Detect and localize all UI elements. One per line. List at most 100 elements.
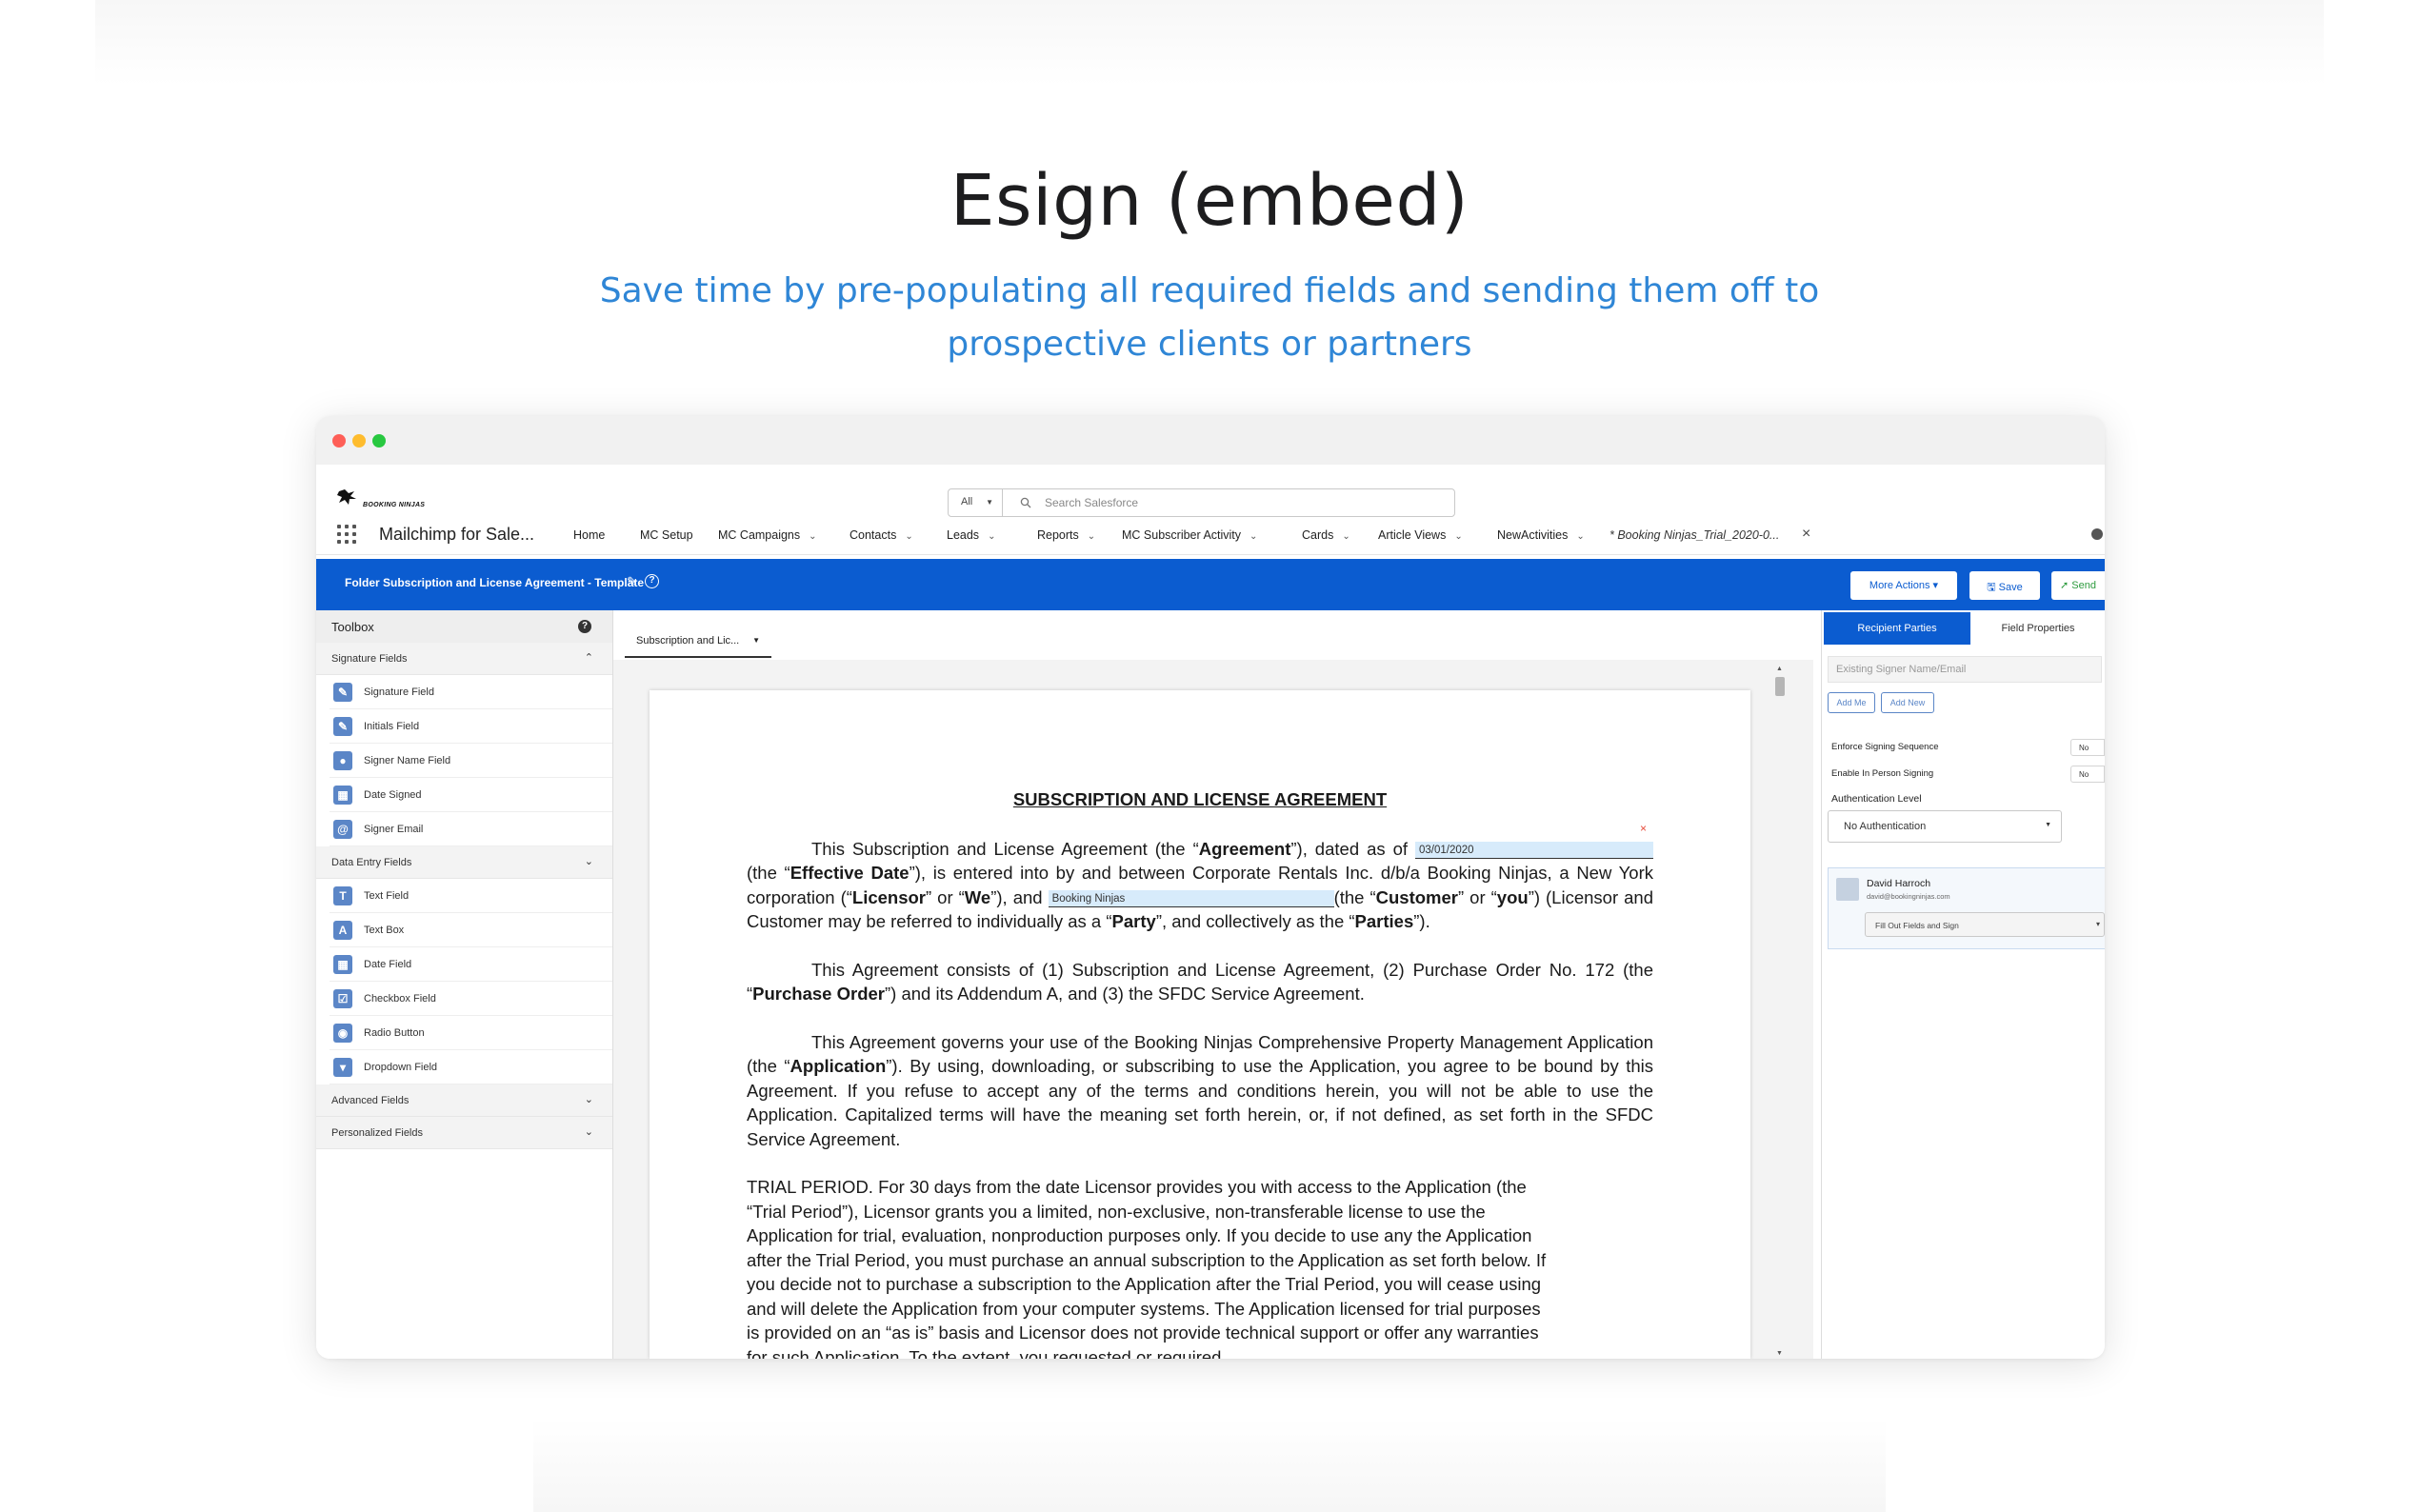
settings-icon[interactable] (2091, 528, 2103, 540)
signer-search-input[interactable]: Existing Signer Name/Email (1828, 656, 2102, 683)
ninja-logo-icon (337, 489, 356, 505)
document-tab-label: Subscription and Lic... (636, 635, 740, 647)
toolbox-item-checkbox-field[interactable]: ☑ Checkbox Field (330, 982, 612, 1016)
nav-item-reports[interactable]: Reports ⌄ (1037, 528, 1095, 542)
chevron-down-icon[interactable]: ⌄ (1454, 531, 1462, 542)
help-icon[interactable]: ? (578, 620, 591, 633)
minimize-window-button[interactable] (352, 434, 366, 448)
toolbox-item-label: Signer Name Field (364, 755, 451, 766)
checkbox-icon: ☑ (333, 989, 352, 1008)
search-scope-select[interactable]: All ▼ (948, 488, 1003, 517)
hero-subtitle: Save time by pre-populating all required… (599, 271, 1820, 364)
chevron-down-icon[interactable]: ⌄ (988, 531, 995, 542)
tab-field-properties[interactable]: Field Properties (1970, 612, 2105, 645)
template-header-bar: Folder Subscription and License Agreemen… (316, 559, 2105, 610)
nav-item-cards[interactable]: Cards ⌄ (1302, 528, 1350, 542)
recipient-action-select[interactable]: Fill Out Fields and Sign ▾ (1865, 912, 2105, 937)
nav-item-article-views[interactable]: Article Views ⌄ (1378, 528, 1463, 542)
properties-panel: Recipient Parties Field Properties Exist… (1821, 610, 2105, 1359)
global-header: BOOKING NINJAS All ▼ Search Salesforce (316, 465, 2105, 517)
edit-pencil-icon[interactable]: ✎ (627, 574, 637, 589)
chevron-down-icon[interactable]: ⌄ (585, 855, 593, 867)
close-window-button[interactable] (332, 434, 346, 448)
toolbox-section-signature-fields[interactable]: Signature Fields ⌃ (316, 643, 612, 675)
signature-icon: ✎ (333, 683, 352, 702)
scrollbar-thumb[interactable] (1775, 677, 1785, 696)
document-editor: Subscription and Lic... ▼ × SUBSCRIPTION… (613, 610, 1813, 1359)
nav-item-label: NewActivities (1497, 528, 1569, 542)
add-me-button[interactable]: Add Me (1828, 692, 1875, 713)
help-icon[interactable]: ? (645, 574, 659, 588)
scroll-up-icon[interactable]: ▲ (1776, 666, 1783, 672)
chevron-down-icon: ▼ (752, 636, 760, 645)
send-button[interactable]: ➚ Send (2051, 571, 2105, 600)
customer-text-field[interactable]: Booking Ninjas (1048, 889, 1334, 907)
document-title: SUBSCRIPTION AND LICENSE AGREEMENT (1012, 789, 1388, 809)
toolbox-item-signer-name-field[interactable]: ● Signer Name Field (330, 744, 612, 778)
toolbox-section-advanced-fields[interactable]: Advanced Fields ⌄ (316, 1084, 612, 1117)
logo-text: BOOKING NINJAS (363, 502, 426, 508)
recipient-card[interactable]: David Harroch david@bookingninjas.com Fi… (1828, 867, 2105, 949)
more-actions-button[interactable]: More Actions ▾ (1850, 571, 1957, 600)
toolbox-item-date-field[interactable]: ▦ Date Field (330, 947, 612, 982)
open-record-tab[interactable]: * Booking Ninjas_Trial_2020-0... (1609, 528, 1779, 542)
close-tab-icon[interactable]: × (1802, 526, 1810, 543)
nav-item-label: Reports (1037, 528, 1079, 542)
document-scrollbar[interactable]: ▲ ▼ (1773, 666, 1787, 1359)
chevron-down-icon[interactable]: ⌄ (585, 1093, 593, 1105)
toolbox-section-personalized-fields[interactable]: Personalized Fields ⌄ (316, 1117, 612, 1149)
toolbox-item-label: Initials Field (364, 721, 420, 732)
properties-tabs: Recipient Parties Field Properties (1822, 610, 2105, 645)
user-icon: ● (333, 751, 352, 770)
toolbox-item-label: Date Field (364, 959, 412, 970)
text-field-icon: T (333, 886, 352, 905)
chevron-down-icon[interactable]: ⌄ (1088, 531, 1095, 542)
nav-item-home[interactable]: Home (573, 528, 605, 542)
nav-item-mc-subscriber-activity[interactable]: MC Subscriber Activity ⌄ (1122, 528, 1257, 542)
add-new-button[interactable]: Add New (1881, 692, 1934, 713)
toolbox-item-text-box[interactable]: A Text Box (330, 913, 612, 947)
app-name: Mailchimp for Sale... (379, 525, 535, 544)
save-button[interactable]: 🖫 Save (1969, 571, 2040, 600)
toolbox-item-initials-field[interactable]: ✎ Initials Field (330, 709, 612, 744)
tab-recipient-parties[interactable]: Recipient Parties (1824, 612, 1970, 645)
search-scope-value: All (961, 496, 973, 507)
document-page: × SUBSCRIPTION AND LICENSE AGREEMENT Thi… (650, 690, 1750, 1359)
nav-item-leads[interactable]: Leads ⌄ (947, 528, 995, 542)
toolbox-section-label: Advanced Fields (331, 1095, 410, 1106)
maximize-window-button[interactable] (372, 434, 386, 448)
chevron-down-icon[interactable]: ⌄ (905, 531, 912, 542)
chevron-up-icon[interactable]: ⌃ (585, 651, 593, 664)
toolbox-item-date-signed[interactable]: ▦ Date Signed (330, 778, 612, 812)
paragraph-consists: This Agreement consists of (1) Subscript… (747, 959, 1653, 1005)
chevron-down-icon: ▼ (986, 498, 993, 507)
nav-item-mc-setup[interactable]: MC Setup (640, 528, 693, 542)
authentication-level-select[interactable]: No Authentication ▼ (1828, 810, 2062, 843)
search-icon (1020, 497, 1031, 508)
chevron-down-icon[interactable]: ⌄ (1576, 531, 1584, 542)
toolbox-section-label: Data Entry Fields (331, 857, 412, 868)
in-person-signing-toggle[interactable]: No (2070, 766, 2105, 783)
nav-item-newactivities[interactable]: NewActivities ⌄ (1497, 528, 1585, 542)
document-tab[interactable]: Subscription and Lic... ▼ (625, 620, 771, 658)
app-launcher-icon[interactable] (337, 525, 356, 544)
chevron-down-icon[interactable]: ⌄ (1249, 531, 1257, 542)
toolbox-section-data-entry-fields[interactable]: Data Entry Fields ⌄ (316, 846, 612, 879)
booking-ninjas-logo[interactable]: BOOKING NINJAS (335, 487, 425, 508)
chevron-down-icon[interactable]: ⌄ (585, 1125, 593, 1138)
scroll-down-icon[interactable]: ▼ (1776, 1350, 1783, 1357)
date-icon: ▦ (333, 955, 352, 974)
date-field[interactable]: 03/01/2020 (1415, 841, 1653, 859)
search-input[interactable]: Search Salesforce (1002, 488, 1455, 517)
nav-item-mc-campaigns[interactable]: MC Campaigns ⌄ (718, 528, 817, 542)
toolbox-item-signature-field[interactable]: ✎ Signature Field (330, 675, 612, 709)
chevron-down-icon[interactable]: ⌄ (809, 531, 816, 542)
toolbox-item-dropdown-field[interactable]: ▾ Dropdown Field (330, 1050, 612, 1084)
chevron-down-icon[interactable]: ⌄ (1342, 531, 1349, 542)
toolbox-item-text-field[interactable]: T Text Field (330, 879, 612, 913)
toolbox-item-radio-button[interactable]: ◉ Radio Button (330, 1016, 612, 1050)
toolbox-item-signer-email[interactable]: @ Signer Email (330, 812, 612, 846)
at-icon: @ (333, 820, 352, 839)
enforce-sequence-toggle[interactable]: No (2070, 739, 2105, 756)
nav-item-contacts[interactable]: Contacts ⌄ (850, 528, 913, 542)
